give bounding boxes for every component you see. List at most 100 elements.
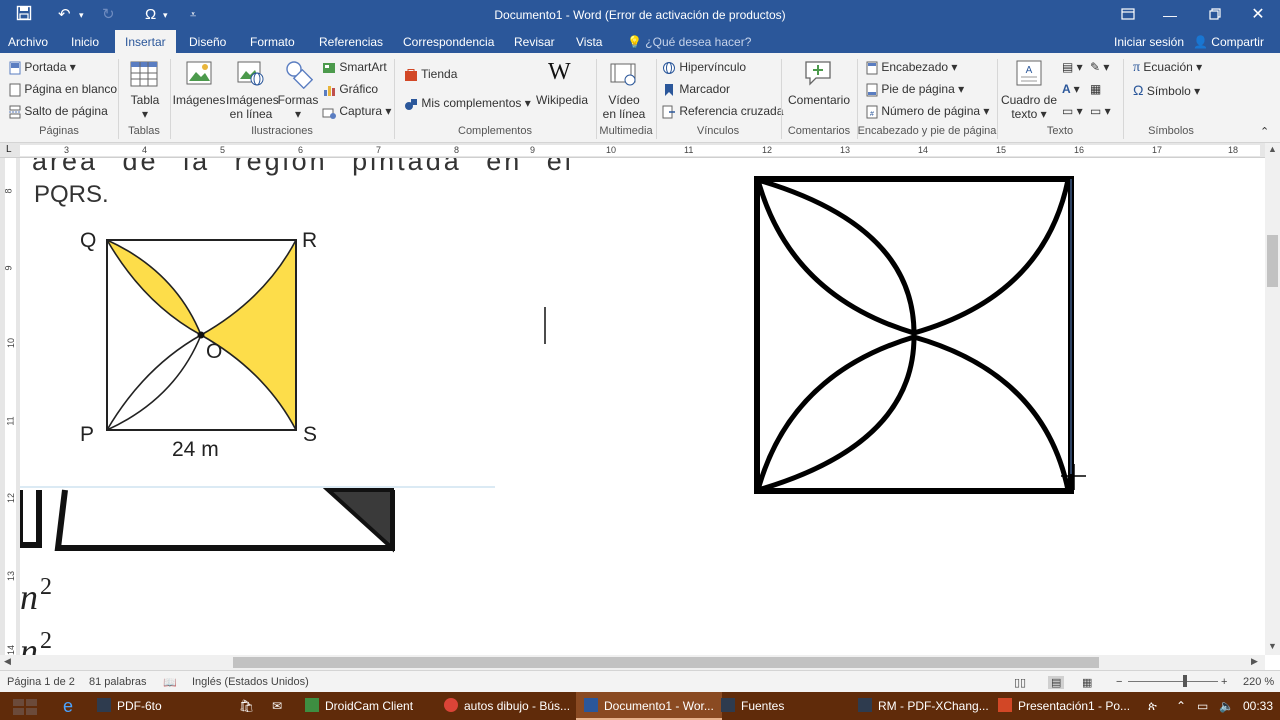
pictures-button[interactable]: Imágenes — [172, 93, 226, 107]
word-icon — [584, 698, 598, 712]
wordart-button[interactable]: A ▾ — [1062, 82, 1080, 96]
bookmark-button[interactable]: Marcador — [662, 82, 730, 97]
print-layout-icon[interactable]: ▤ — [1048, 676, 1065, 689]
read-mode-icon[interactable]: ▯▯ — [1014, 676, 1026, 689]
horizontal-ruler[interactable]: L 3 4 5 6 7 8 9 10 11 12 13 14 15 16 17 … — [0, 143, 1280, 158]
tab-archivo[interactable]: Archivo — [8, 35, 48, 49]
quick-parts-icon: ▤ — [1062, 60, 1074, 74]
scroll-down-icon[interactable]: ▼ — [1268, 641, 1277, 651]
screenshot-label: Captura — [339, 104, 383, 118]
scroll-right-icon[interactable]: ▶ — [1251, 656, 1258, 667]
people-icon[interactable]: ጵ — [1148, 699, 1157, 714]
scroll-left-icon[interactable]: ◀ — [4, 656, 11, 667]
taskbar-item-chrome[interactable]: autos dibujo - Bús... — [444, 692, 570, 720]
clock[interactable]: 00:33 — [1243, 699, 1273, 713]
smartart-button[interactable]: SmartArt — [322, 60, 387, 75]
store-label: Tienda — [421, 67, 458, 81]
ruler-number: 10 — [606, 145, 617, 155]
word-count[interactable]: 81 palabras — [89, 676, 147, 688]
vertical-scrollbar[interactable]: ▲ ▼ — [1265, 143, 1280, 655]
text-box-button[interactable]: Cuadro de texto ▾ — [1000, 93, 1058, 121]
tab-inicio[interactable]: Inicio — [71, 35, 99, 49]
drop-cap-button[interactable]: ▭ ▾ — [1062, 104, 1083, 118]
network-icon[interactable]: ▭ — [1197, 699, 1208, 713]
share-button[interactable]: 👤 Compartir — [1193, 35, 1264, 49]
edge-icon[interactable]: e — [63, 692, 73, 720]
my-addins-button[interactable]: Mis complementos ▾ — [404, 96, 531, 111]
volume-icon[interactable]: 🔈 — [1219, 699, 1234, 713]
page-break-button[interactable]: Salto de página — [9, 104, 108, 119]
taskbar-item-droidcam[interactable]: DroidCam Client — [305, 692, 413, 720]
vertical-scroll-thumb[interactable] — [1267, 235, 1278, 287]
equation-button[interactable]: π Ecuación ▾ — [1133, 60, 1202, 76]
tab-insertar[interactable]: Insertar — [115, 30, 176, 53]
taskbar: e PDF-6to 🛍 ✉ DroidCam Client autos dibu… — [0, 692, 1280, 720]
quick-parts-button[interactable]: ▤ ▾ — [1062, 60, 1083, 74]
collapse-ribbon-icon[interactable]: ⌃ — [1260, 125, 1269, 138]
scroll-up-icon[interactable]: ▲ — [1268, 144, 1277, 154]
tab-vista[interactable]: Vista — [576, 35, 602, 49]
zoom-level[interactable]: 220 % — [1243, 676, 1274, 688]
web-layout-icon[interactable]: ▦ — [1082, 676, 1092, 689]
tab-formato[interactable]: Formato — [250, 35, 295, 49]
hyperlink-button[interactable]: Hipervínculo — [662, 60, 746, 75]
online-pictures-button[interactable]: Imágenes en línea — [226, 93, 279, 121]
task-view-icon — [13, 698, 37, 715]
header-button[interactable]: Encabezado ▾ — [866, 60, 957, 75]
mail-icon[interactable]: ✉ — [272, 692, 282, 720]
proofing-icon[interactable]: 📖 — [163, 676, 177, 689]
tab-revisar[interactable]: Revisar — [514, 35, 555, 49]
close-button[interactable]: ✕ — [1243, 4, 1273, 26]
tab-selector[interactable]: L — [6, 144, 12, 155]
tab-diseno[interactable]: Diseño — [189, 35, 226, 49]
start-button[interactable] — [12, 692, 38, 720]
zoom-out-icon[interactable]: − — [1116, 676, 1122, 688]
zoom-slider-handle[interactable] — [1183, 675, 1187, 687]
footer-button[interactable]: Pie de página ▾ — [866, 82, 964, 97]
large-drawing[interactable] — [754, 176, 1086, 494]
date-time-button[interactable]: ▦ — [1090, 82, 1101, 96]
taskbar-item-word[interactable]: Documento1 - Wor... — [576, 692, 722, 720]
my-addins-label: Mis complementos — [421, 96, 522, 110]
cross-reference-button[interactable]: Referencia cruzada — [662, 104, 783, 119]
tab-referencias[interactable]: Referencias — [319, 35, 383, 49]
tray-chevron-icon[interactable]: ⌃ — [1176, 699, 1186, 713]
taskbar-item-powerpoint[interactable]: Presentación1 - Po... — [998, 692, 1130, 720]
taskbar-item-pdfxchange[interactable]: RM - PDF-XChang... — [858, 692, 989, 720]
document-area[interactable]: área de la región pintada en el PQRS. Q … — [20, 158, 1265, 655]
tell-me-box[interactable]: 💡 ¿Qué desea hacer? — [627, 35, 751, 49]
language-indicator[interactable]: Inglés (Estados Unidos) — [192, 676, 309, 688]
cover-page-button[interactable]: Portada ▾ — [9, 60, 76, 75]
minimize-button[interactable]: — — [1155, 4, 1185, 26]
wikipedia-button[interactable]: Wikipedia — [534, 93, 590, 107]
object-button[interactable]: ▭ ▾ — [1090, 104, 1111, 118]
shapes-button[interactable]: Formas ▾ — [276, 93, 320, 121]
symbol-button[interactable]: Ω Símbolo ▾ — [1133, 82, 1200, 98]
tab-correspondencia[interactable]: Correspondencia — [403, 35, 494, 49]
signin-link[interactable]: Iniciar sesión — [1114, 35, 1184, 49]
online-video-button[interactable]: Vídeo en línea — [600, 93, 648, 121]
page-count[interactable]: Página 1 de 2 — [7, 676, 75, 688]
store-button[interactable]: Tienda — [404, 67, 457, 82]
taskbar-item-pdf6to[interactable]: PDF-6to — [97, 692, 162, 720]
pdf-icon — [858, 698, 872, 712]
taskbar-item-fuentes[interactable]: Fuentes — [721, 692, 784, 720]
page-number-button[interactable]: # Número de página ▾ — [866, 104, 989, 119]
ribbon-display-icon[interactable] — [1113, 4, 1143, 26]
horizontal-scrollbar[interactable]: ◀ ▶ — [0, 655, 1265, 670]
zoom-slider[interactable] — [1128, 681, 1218, 682]
vertical-ruler[interactable]: 8 9 10 11 12 13 14 — [0, 158, 20, 655]
horizontal-scroll-thumb[interactable] — [233, 657, 1099, 668]
table-button[interactable]: Tabla ▾ — [128, 93, 162, 121]
screenshot-button[interactable]: Captura ▾ — [322, 104, 391, 119]
zoom-in-icon[interactable]: + — [1221, 676, 1227, 688]
signature-line-button[interactable]: ✎ ▾ — [1090, 60, 1109, 74]
restore-button[interactable] — [1200, 4, 1230, 26]
chart-button[interactable]: Gráfico — [322, 82, 378, 97]
page-break-label: Salto de página — [24, 104, 108, 118]
header-icon — [866, 61, 878, 75]
comment-button[interactable]: Comentario — [784, 93, 854, 107]
blank-page-button[interactable]: Página en blanco — [9, 82, 117, 97]
label-p: P — [80, 423, 94, 446]
store-taskbar-icon[interactable]: 🛍 — [239, 692, 254, 720]
